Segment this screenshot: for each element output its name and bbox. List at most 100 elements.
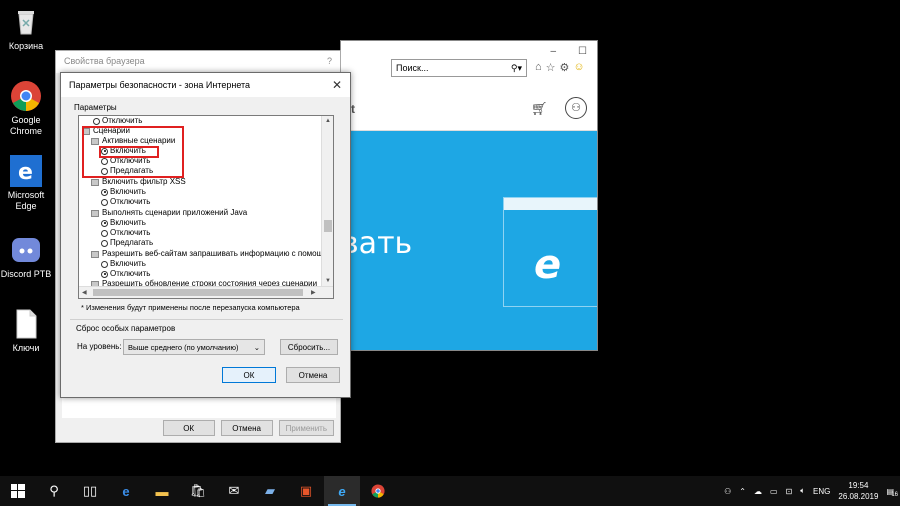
search-icon[interactable]: ⚲▾	[511, 63, 522, 73]
sec-titlebar: Параметры безопасности - зона Интернета …	[61, 73, 350, 97]
radio-icon	[93, 117, 100, 125]
tree-radio[interactable]: Предлагать	[101, 238, 153, 248]
file-icon	[10, 308, 42, 340]
discord-icon	[10, 234, 42, 266]
tree-radio[interactable]: Отключить	[93, 116, 142, 126]
scroll-right-icon[interactable]: ▶	[311, 289, 316, 296]
scroll-thumb[interactable]	[324, 220, 332, 232]
notifications-icon[interactable]: ▤ 16	[886, 487, 898, 498]
favorites-icon[interactable]: ☆	[546, 61, 556, 74]
taskbar-edge-icon[interactable]: e	[108, 476, 144, 506]
home-icon[interactable]: ⌂	[535, 61, 542, 74]
props-buttons: ОК Отмена Применить	[162, 420, 334, 436]
svg-text:e: e	[18, 160, 33, 185]
ie-page-header: ft 🛒︎ ⚇	[341, 89, 597, 131]
gear-icon[interactable]: ⚙	[560, 61, 570, 74]
edge-icon: e	[10, 155, 42, 187]
ie-search-input[interactable]: Поиск... ⚲▾	[391, 59, 527, 77]
reset-level-select[interactable]: Выше среднего (по умолчанию) ⌄	[123, 339, 265, 355]
props-ok-button[interactable]: ОК	[162, 420, 215, 436]
desktop-icon-chrome[interactable]: Google Chrome	[0, 80, 52, 137]
close-icon[interactable]: ✕	[332, 78, 342, 92]
windows-icon	[11, 484, 25, 498]
reset-button[interactable]: Сбросить...	[280, 339, 338, 355]
setting-icon	[91, 250, 99, 258]
ie-logo-icon: e	[534, 242, 562, 288]
store-icon[interactable]: 🛍︎	[180, 476, 216, 506]
tree-radio[interactable]: Отключить	[101, 197, 150, 207]
taskbar: ⚲ ▯▯ e ▬ 🛍︎ ✉ ▰ ▣ e ⚇ ⌃ ☁ ▭ ⊡ 🔈︎ ENG 19:…	[0, 476, 900, 506]
sec-buttons: ОК Отмена	[222, 367, 340, 383]
cart-icon[interactable]: 🛒︎	[531, 101, 548, 117]
tree-radio[interactable]: Отключить	[101, 269, 150, 279]
tree-subgroup: Разрешить веб-сайтам запрашивать информа…	[91, 249, 333, 259]
cloud-icon[interactable]: ☁	[754, 487, 762, 496]
chevron-down-icon: ⌄	[253, 343, 260, 352]
tree-label: Отключить	[110, 197, 151, 206]
clock-time: 19:54	[848, 481, 869, 490]
scroll-down-icon[interactable]: ▼	[325, 278, 331, 284]
props-cancel-button[interactable]: Отмена	[220, 420, 273, 436]
taskbar-chrome-icon[interactable]	[360, 476, 396, 506]
people-icon[interactable]: ⚇	[724, 487, 731, 496]
search-icon[interactable]: ⚲	[36, 476, 72, 506]
task-view-icon[interactable]: ▯▯	[72, 476, 108, 506]
scroll-up-icon[interactable]: ▲	[325, 118, 331, 124]
desktop-icon-recycle-bin[interactable]: Корзина	[0, 6, 52, 52]
tree-label: Включить фильтр XSS	[102, 177, 186, 186]
radio-icon	[101, 229, 108, 237]
language-indicator[interactable]: ENG	[813, 487, 830, 496]
mail-icon[interactable]: ✉	[216, 476, 252, 506]
tree-label: Включить	[110, 218, 146, 227]
desktop-icon-label: Google Chrome	[9, 115, 42, 136]
sec-ok-button[interactable]: ОК	[222, 367, 276, 383]
maximize-icon[interactable]: ☐	[578, 46, 587, 57]
search-placeholder: Поиск...	[396, 63, 429, 73]
notification-count: 16	[891, 491, 898, 498]
minimize-icon[interactable]: –	[550, 46, 556, 57]
desktop-icon-label: Корзина	[8, 41, 44, 51]
clock[interactable]: 19:54 26.08.2019	[838, 480, 878, 502]
desktop-icon-label: Discord PTB	[0, 269, 52, 279]
select-value: Выше среднего (по умолчанию)	[128, 343, 239, 352]
props-content-area	[62, 396, 336, 418]
scroll-left-icon[interactable]: ◀	[82, 289, 87, 296]
volume-icon[interactable]: 🔈︎	[800, 486, 805, 496]
tree-label: Отключить	[110, 269, 151, 278]
desktop-icon-keys-file[interactable]: Ключи	[0, 308, 52, 354]
start-button[interactable]	[0, 476, 36, 506]
chrome-icon	[10, 80, 42, 112]
app-icon[interactable]: ▰	[252, 476, 288, 506]
battery-icon[interactable]: ▭	[770, 487, 778, 496]
network-icon[interactable]: ⊡	[786, 487, 793, 496]
help-icon[interactable]: ?	[327, 56, 332, 68]
sec-cancel-button[interactable]: Отмена	[286, 367, 340, 383]
props-apply-button[interactable]: Применить	[278, 420, 334, 436]
chevron-up-icon[interactable]: ⌃	[739, 487, 746, 496]
tree-subgroup: Выполнять сценарии приложений Java	[91, 208, 247, 218]
ie-hero-banner: вать e	[341, 131, 597, 350]
reset-level-label: На уровень:	[77, 342, 122, 351]
smiley-icon[interactable]: ☺	[573, 61, 584, 74]
file-explorer-icon[interactable]: ▬	[144, 476, 180, 506]
tree-radio[interactable]: Включить	[101, 259, 146, 269]
desktop-icon-label: Microsoft Edge	[7, 190, 45, 211]
ie-toolbar-icons: ⌂ ☆ ⚙ ☺	[535, 61, 585, 74]
tree-radio[interactable]: Отключить	[101, 228, 150, 238]
tree-label: Отключить	[102, 116, 143, 125]
tree-vertical-scrollbar[interactable]: ▲ ▼	[321, 116, 333, 288]
taskbar-ie-icon[interactable]: e	[324, 476, 360, 506]
account-icon[interactable]: ⚇	[565, 97, 587, 119]
setting-icon	[91, 178, 99, 186]
scroll-thumb[interactable]	[93, 289, 303, 296]
radio-icon	[101, 188, 108, 196]
tree-horizontal-scrollbar[interactable]: ◀ ▶	[79, 286, 333, 298]
office-icon[interactable]: ▣	[288, 476, 324, 506]
tree-label: Выполнять сценарии приложений Java	[102, 208, 248, 217]
ie-titlebar: – ☐	[341, 41, 597, 61]
desktop-icon-discord[interactable]: Discord PTB	[0, 234, 52, 280]
tree-radio[interactable]: Включить	[101, 218, 146, 228]
desktop-icon-edge[interactable]: e Microsoft Edge	[0, 155, 52, 212]
setting-icon	[91, 209, 99, 217]
tree-radio[interactable]: Включить	[101, 187, 146, 197]
